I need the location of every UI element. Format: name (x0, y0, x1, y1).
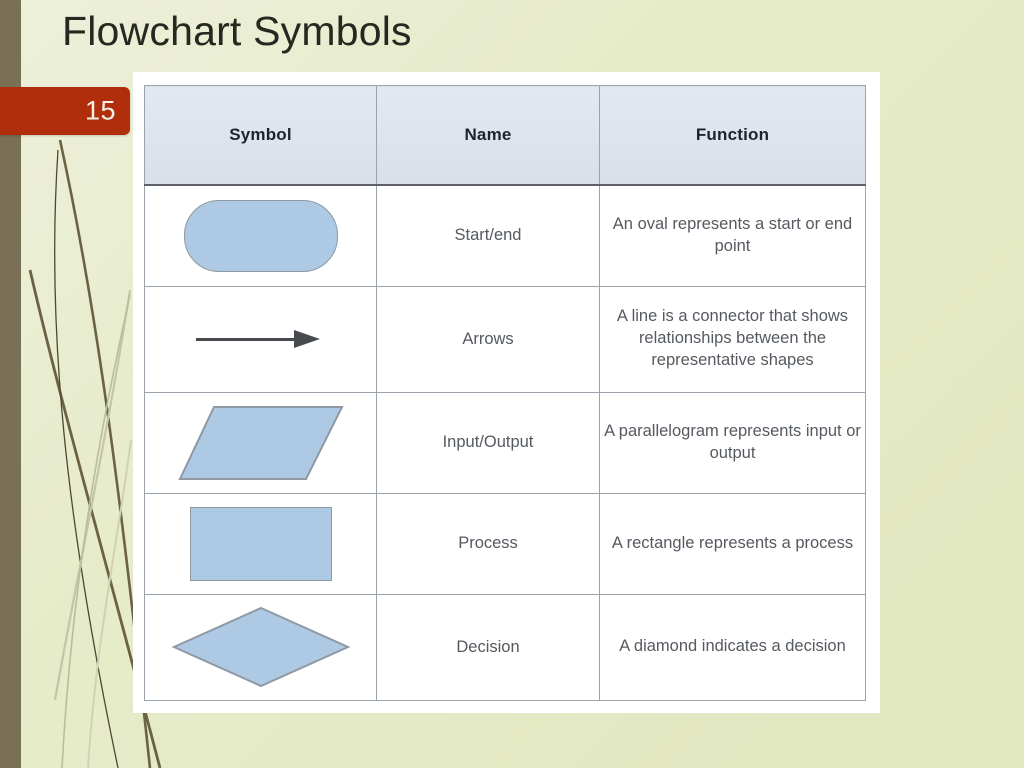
presentation-slide: 15 Flowchart Symbols Symbol Name Functio… (0, 0, 1024, 768)
symbol-cell (144, 593, 377, 701)
table-row: Start/end An oval represents a start or … (144, 184, 866, 287)
arrow-right-icon (195, 327, 326, 351)
slide-number-text: 15 (84, 95, 116, 126)
symbol-cell (144, 184, 377, 287)
table-image-frame: Symbol Name Function Start/end An oval r… (133, 72, 880, 713)
table-header-row: Symbol Name Function (144, 85, 866, 186)
table-row: Input/Output A parallelogram represents … (144, 391, 866, 494)
column-header-name: Name (376, 85, 600, 186)
symbol-cell (144, 391, 377, 494)
page-title: Flowchart Symbols (62, 8, 412, 54)
slide-number-badge: 15 (0, 87, 130, 135)
symbol-cell (144, 285, 377, 393)
symbol-name: Decision (376, 593, 600, 701)
table-row: Arrows A line is a connector that shows … (144, 285, 866, 393)
symbol-cell (144, 492, 377, 595)
column-header-function: Function (599, 85, 866, 186)
stadium-shape-icon (183, 199, 338, 272)
symbol-name: Arrows (376, 285, 600, 393)
table-row: Process A rectangle represents a process (144, 492, 866, 595)
symbol-function: A parallelogram represents input or outp… (599, 391, 866, 494)
rectangle-shape-icon (189, 506, 332, 581)
column-header-symbol: Symbol (144, 85, 377, 186)
symbol-name: Start/end (376, 184, 600, 287)
diamond-shape-icon (171, 606, 350, 688)
symbol-function: A diamond indicates a decision (599, 593, 866, 701)
table-body: Start/end An oval represents a start or … (144, 184, 866, 701)
symbol-function: A line is a connector that shows relatio… (599, 285, 866, 393)
flowchart-symbols-table: Symbol Name Function Start/end An oval r… (144, 85, 866, 701)
symbol-function: A rectangle represents a process (599, 492, 866, 595)
symbol-name: Input/Output (376, 391, 600, 494)
parallelogram-shape-icon (177, 405, 344, 480)
table-row: Decision A diamond indicates a decision (144, 593, 866, 701)
symbol-function: An oval represents a start or end point (599, 184, 866, 287)
table-header: Symbol Name Function (144, 85, 866, 186)
symbol-name: Process (376, 492, 600, 595)
